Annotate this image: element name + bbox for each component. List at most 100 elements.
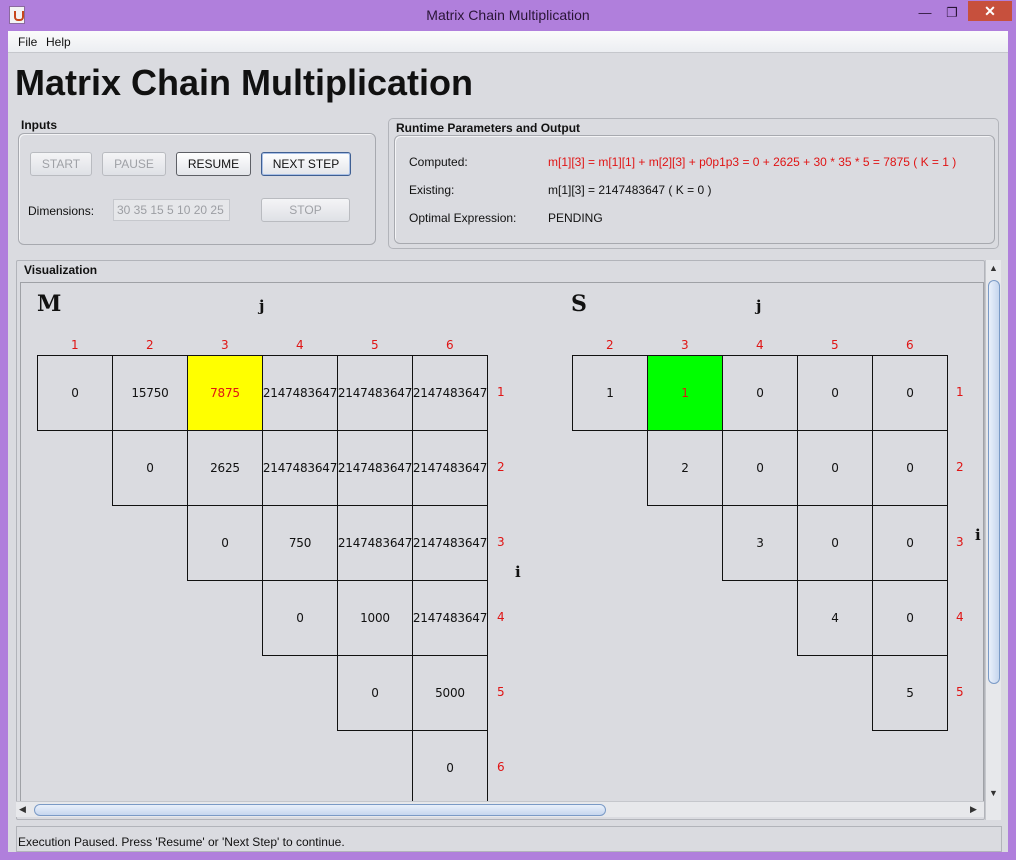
s-col-label: 4 bbox=[756, 338, 764, 352]
stop-button[interactable]: STOP bbox=[261, 198, 350, 222]
m-row-label: 5 bbox=[497, 685, 505, 699]
scroll-left-icon[interactable]: ◀ bbox=[19, 804, 26, 815]
s-matrix-cell: 1 bbox=[572, 355, 648, 431]
m-matrix-cell: 2147483647 bbox=[262, 430, 338, 506]
maximize-button[interactable]: ❐ bbox=[938, 4, 966, 22]
minimize-button[interactable]: — bbox=[911, 4, 939, 22]
m-matrix-cell: 0 bbox=[37, 355, 113, 431]
s-j-label: j bbox=[756, 297, 762, 315]
m-matrix-cell: 2147483647 bbox=[337, 505, 413, 581]
m-matrix-cell: 15750 bbox=[112, 355, 188, 431]
next-step-button[interactable]: NEXT STEP bbox=[261, 152, 351, 176]
s-matrix-cell: 0 bbox=[797, 355, 873, 431]
menu-bar: File Help bbox=[8, 31, 1008, 53]
status-bar: Execution Paused. Press 'Resume' or 'Nex… bbox=[16, 826, 1002, 852]
runtime-label: Runtime Parameters and Output bbox=[396, 121, 581, 135]
computed-value: m[1][3] = m[1][1] + m[2][3] + p0p1p3 = 0… bbox=[548, 155, 957, 169]
m-row-label: 6 bbox=[497, 760, 505, 774]
close-button[interactable]: ✕ bbox=[968, 1, 1012, 21]
m-matrix-cell: 750 bbox=[262, 505, 338, 581]
visualization-canvas[interactable]: M j i S j i 1 2 3 4 5 6 0 15750 7875 2147483647 21… bbox=[20, 282, 984, 805]
s-i-label: i bbox=[975, 526, 981, 544]
vertical-scroll-thumb[interactable] bbox=[988, 280, 1000, 684]
s-matrix-cell: 1 bbox=[647, 355, 723, 431]
dimensions-field[interactable]: 30 35 15 5 10 20 25 bbox=[113, 199, 230, 221]
status-text: Execution Paused. Press 'Resume' or 'Nex… bbox=[18, 835, 345, 849]
s-matrix-cell: 0 bbox=[797, 430, 873, 506]
s-matrix-cell: 0 bbox=[872, 430, 948, 506]
m-matrix-cell: 0 bbox=[262, 580, 338, 656]
title-bar[interactable]: Matrix Chain Multiplication — ❐ ✕ bbox=[0, 0, 1016, 31]
s-col-label: 5 bbox=[831, 338, 839, 352]
computed-label: Computed: bbox=[409, 155, 468, 169]
s-row-label: 3 bbox=[956, 535, 964, 549]
s-matrix-cell: 4 bbox=[797, 580, 873, 656]
s-row-label: 4 bbox=[956, 610, 964, 624]
scroll-down-icon[interactable]: ▼ bbox=[989, 788, 998, 798]
s-matrix-cell: 0 bbox=[872, 505, 948, 581]
s-matrix-cell: 2 bbox=[647, 430, 723, 506]
s-col-label: 2 bbox=[606, 338, 614, 352]
m-col-label: 3 bbox=[221, 338, 229, 352]
start-button[interactable]: START bbox=[30, 152, 92, 176]
optimal-value: PENDING bbox=[548, 211, 603, 225]
optimal-label: Optimal Expression: bbox=[409, 211, 517, 225]
m-row-label: 2 bbox=[497, 460, 505, 474]
m-row-label: 3 bbox=[497, 535, 505, 549]
horizontal-scroll-thumb[interactable] bbox=[34, 804, 606, 816]
inputs-panel bbox=[18, 133, 376, 245]
client-area: File Help Matrix Chain Multiplication In… bbox=[8, 31, 1008, 852]
s-matrix-cell: 0 bbox=[872, 355, 948, 431]
s-row-label: 2 bbox=[956, 460, 964, 474]
m-matrix-cell: 2147483647 bbox=[412, 355, 488, 431]
page-title: Matrix Chain Multiplication bbox=[15, 62, 474, 103]
m-matrix-cell: 1000 bbox=[337, 580, 413, 656]
visualization-label: Visualization bbox=[24, 263, 98, 277]
s-matrix-cell: 0 bbox=[872, 580, 948, 656]
s-matrix-cell: 3 bbox=[722, 505, 798, 581]
m-matrix-cell: 0 bbox=[337, 655, 413, 731]
s-matrix-name: S bbox=[571, 291, 587, 317]
m-matrix-cell: 5000 bbox=[412, 655, 488, 731]
m-col-label: 2 bbox=[146, 338, 154, 352]
m-matrix-cell: 2147483647 bbox=[262, 355, 338, 431]
s-row-label: 5 bbox=[956, 685, 964, 699]
m-col-label: 4 bbox=[296, 338, 304, 352]
resume-button[interactable]: RESUME bbox=[176, 152, 251, 176]
s-col-label: 3 bbox=[681, 338, 689, 352]
menu-help[interactable]: Help bbox=[46, 35, 71, 49]
inputs-label: Inputs bbox=[21, 118, 57, 132]
existing-value: m[1][3] = 2147483647 ( K = 0 ) bbox=[548, 183, 712, 197]
s-row-label: 1 bbox=[956, 385, 964, 399]
m-matrix-cell: 2147483647 bbox=[412, 505, 488, 581]
dimensions-label: Dimensions: bbox=[28, 204, 95, 218]
m-col-label: 6 bbox=[446, 338, 454, 352]
scroll-right-icon[interactable]: ▶ bbox=[970, 804, 977, 815]
m-matrix-cell: 2147483647 bbox=[337, 355, 413, 431]
s-matrix-cell: 0 bbox=[722, 430, 798, 506]
m-matrix-name: M bbox=[37, 291, 62, 317]
m-matrix-cell: 2147483647 bbox=[337, 430, 413, 506]
m-row-label: 4 bbox=[497, 610, 505, 624]
menu-file[interactable]: File bbox=[18, 35, 37, 49]
horizontal-scrollbar[interactable]: ◀ ▶ bbox=[16, 801, 984, 817]
s-col-label: 6 bbox=[906, 338, 914, 352]
window-title: Matrix Chain Multiplication bbox=[426, 7, 590, 23]
s-matrix-cell: 5 bbox=[872, 655, 948, 731]
scroll-up-icon[interactable]: ▲ bbox=[989, 263, 998, 273]
pause-button[interactable]: PAUSE bbox=[102, 152, 166, 176]
m-matrix-cell: 2625 bbox=[187, 430, 263, 506]
app-window: Matrix Chain Multiplication — ❐ ✕ File H… bbox=[0, 0, 1016, 860]
m-row-label: 1 bbox=[497, 385, 505, 399]
m-matrix-cell: 0 bbox=[187, 505, 263, 581]
s-matrix-cell: 0 bbox=[797, 505, 873, 581]
m-matrix-cell: 2147483647 bbox=[412, 580, 488, 656]
m-matrix-cell: 2147483647 bbox=[412, 430, 488, 506]
m-j-label: j bbox=[259, 297, 265, 315]
m-col-label: 1 bbox=[71, 338, 79, 352]
m-matrix-cell: 0 bbox=[412, 730, 488, 804]
m-matrix-cell: 7875 bbox=[187, 355, 263, 431]
m-col-label: 5 bbox=[371, 338, 379, 352]
m-matrix-cell: 0 bbox=[112, 430, 188, 506]
vertical-scrollbar[interactable]: ▲ ▼ bbox=[985, 260, 1001, 820]
